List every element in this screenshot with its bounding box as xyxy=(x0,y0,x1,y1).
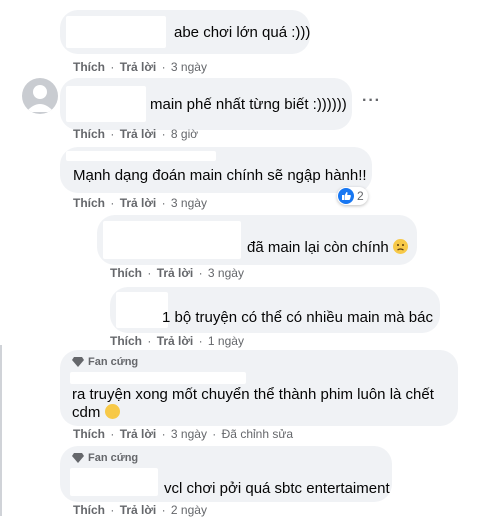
like-button[interactable]: Thích xyxy=(73,60,105,74)
redacted-name xyxy=(66,16,166,48)
comment-text: ra truyện xong mốt chuyển thể thành phim… xyxy=(72,386,434,403)
redacted-name xyxy=(103,221,241,259)
comment-time[interactable]: 3 ngày xyxy=(171,60,207,74)
comment-time[interactable]: 3 ngày xyxy=(208,266,244,280)
comment-actions: Thích · Trả lời · 2 ngày xyxy=(73,503,207,517)
comment-actions: Thích · Trả lời · 8 giờ xyxy=(73,127,199,141)
comment-text: 1 bộ truyện có thể có nhiều main mà bác xyxy=(162,309,433,326)
reply-button[interactable]: Trả lời xyxy=(157,266,194,280)
comment-time[interactable]: 1 ngày xyxy=(208,334,244,348)
reply-button[interactable]: Trả lời xyxy=(120,427,157,441)
reply-button[interactable]: Trả lời xyxy=(120,503,157,517)
like-button[interactable]: Thích xyxy=(73,503,105,517)
like-button[interactable]: Thích xyxy=(110,334,142,348)
comment-actions: Thích · Trả lời · 3 ngày xyxy=(73,196,207,210)
like-button[interactable]: Thích xyxy=(73,196,105,210)
avatar[interactable] xyxy=(22,78,58,114)
reply-button[interactable]: Trả lời xyxy=(120,127,157,141)
comment-bubble: 1 bộ truyện có thể có nhiều main mà bác xyxy=(110,287,440,333)
comment-actions: Thích · Trả lời · 1 ngày xyxy=(110,334,244,348)
comment-text: Mạnh dạng đoán main chính sẽ ngập hành!! xyxy=(73,167,367,184)
comment-bubble: đã main lại còn chính xyxy=(97,215,417,265)
comment-text: vcl chơi pởi quá sbtc entertaiment xyxy=(164,480,390,497)
fan-badge: Fan cứng xyxy=(72,452,138,464)
comment-actions: Thích · Trả lời · 3 ngày · Đã chỉnh sửa xyxy=(73,427,294,441)
comment-actions: Thích · Trả lời · 3 ngày xyxy=(110,266,244,280)
comment-time[interactable]: 3 ngày xyxy=(171,427,207,441)
like-button[interactable]: Thích xyxy=(73,127,105,141)
redacted-name xyxy=(116,292,168,328)
default-avatar-icon xyxy=(26,85,54,112)
redacted-name xyxy=(70,372,246,384)
comment-time[interactable]: 2 ngày xyxy=(171,503,207,517)
like-button[interactable]: Thích xyxy=(110,266,142,280)
moon-face-emoji xyxy=(104,404,120,419)
reply-button[interactable]: Trả lời xyxy=(120,196,157,210)
comment-bubble: Fan cứng ra truyện xong mốt chuyển thể t… xyxy=(60,350,458,426)
comment-time[interactable]: 3 ngày xyxy=(171,196,207,210)
sad-face-emoji xyxy=(392,239,408,254)
comment-text: abe chơi lớn quá :))) xyxy=(174,24,311,41)
more-options-icon[interactable]: ··· xyxy=(362,92,381,110)
redacted-name xyxy=(70,468,158,496)
like-button[interactable]: Thích xyxy=(73,427,105,441)
reply-button[interactable]: Trả lời xyxy=(120,60,157,74)
like-reaction-icon xyxy=(338,188,354,204)
reaction-count[interactable]: 2 xyxy=(337,187,368,205)
comment-bubble: abe chơi lớn quá :))) xyxy=(60,10,310,54)
comment-bubble: main phế nhất từng biết :)))))) xyxy=(60,78,352,130)
comment-time[interactable]: 8 giờ xyxy=(171,127,198,141)
comment-text: main phế nhất từng biết :)))))) xyxy=(150,96,347,113)
fan-badge: Fan cứng xyxy=(72,356,138,368)
reply-button[interactable]: Trả lời xyxy=(157,334,194,348)
comment-bubble: Fan cứng vcl chơi pởi quá sbtc entertaim… xyxy=(60,446,392,502)
thread-line xyxy=(0,345,2,516)
redacted-name xyxy=(66,151,216,161)
diamond-icon xyxy=(72,357,84,367)
comment-actions: Thích · Trả lời · 3 ngày xyxy=(73,60,207,74)
comment-text: cdm xyxy=(72,404,120,421)
comment-bubble: Mạnh dạng đoán main chính sẽ ngập hành!! xyxy=(60,147,372,193)
diamond-icon xyxy=(72,453,84,463)
redacted-name xyxy=(66,86,146,122)
comment-text: đã main lại còn chính xyxy=(247,239,408,256)
edited-label[interactable]: Đã chỉnh sửa xyxy=(222,427,293,441)
